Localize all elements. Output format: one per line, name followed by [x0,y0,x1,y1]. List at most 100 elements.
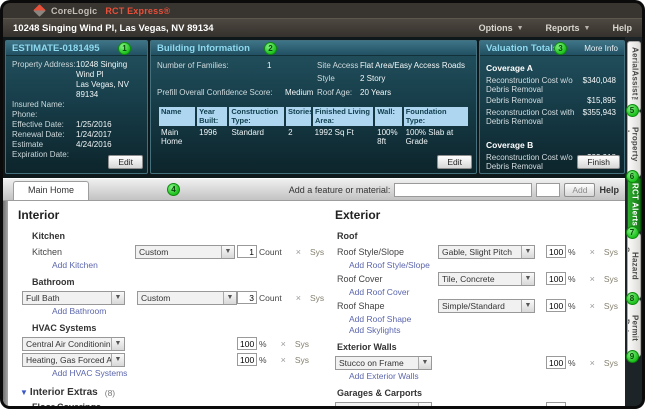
sys-label: Sys [619,404,625,407]
rct-express-wordmark: RCT Express® [105,6,170,16]
chevron-down-icon: ▼ [521,273,534,285]
building-edit-button[interactable]: Edit [437,155,472,169]
tab-hazard-summary[interactable]: Hazard Summary [627,233,641,299]
kitchen-count-input[interactable] [237,245,257,258]
tab-permit-data[interactable]: Permit Data [627,299,641,357]
building-title: Building Information [157,43,250,54]
select-value: Stucco on Frame [336,358,418,368]
step-badge-9: 9 [626,350,639,363]
roof-cover-select[interactable]: Tile, Concrete▼ [438,272,535,286]
select-value: Custom [136,247,221,257]
remove-icon[interactable]: × [605,404,610,407]
table-header-row: Name Year Built: Construction Type: Stor… [159,107,468,126]
options-menu-label: Options [479,23,513,33]
roof-style-select[interactable]: Gable, Slight Pitch▼ [438,245,535,259]
estimate-edit-button[interactable]: Edit [108,155,143,169]
interior-extras-count: (8) [105,388,115,398]
select-value: Gable, Slight Pitch [439,247,521,257]
bathroom-style-select[interactable]: Full Bath▼ [22,291,125,305]
bathroom-count-input[interactable] [237,291,257,304]
step-badge-1: 1 [118,42,131,55]
sys-label: Sys [310,293,324,303]
bathroom-type-select[interactable]: Custom▼ [137,291,237,305]
reports-menu-label: Reports [546,23,580,33]
roof-style-pct-input[interactable] [546,245,566,258]
remove-icon[interactable]: × [590,358,595,368]
hvac-row: Central Air Conditioning, Same Ducts▼ % … [22,336,330,351]
add-skylights-link[interactable]: Add Skylights [349,325,625,335]
corelogic-wordmark: CoreLogic [51,6,97,16]
field-value: 2 Story [360,74,385,84]
field-label: Roof Age: [317,88,352,98]
tab-property-images[interactable]: Property Images [627,111,641,177]
feature-search-input[interactable] [394,183,532,197]
step-badge-8: 8 [626,292,639,305]
remove-icon[interactable]: × [281,339,286,349]
valuation-title: Valuation Totals [486,43,558,54]
tab-main-home[interactable]: Main Home [13,181,89,200]
add-feature-button[interactable]: Add [564,183,595,197]
kitchen-type-select[interactable]: Custom▼ [135,245,235,259]
kitchen-heading: Kitchen [32,231,330,241]
tab-aerialassist[interactable]: AerialAssist™ [627,41,641,111]
hvac-select[interactable]: Central Air Conditioning, Same Ducts▼ [22,337,125,351]
table-cell: 100% Slab at Grade [404,126,468,148]
options-menu[interactable]: Options▼ [479,23,524,33]
select-value: Simple/Standard [439,301,521,311]
coverage-b-title: Coverage B [486,140,618,151]
add-bathroom-link[interactable]: Add Bathroom [52,306,330,316]
roof-cover-pct-input[interactable] [546,272,566,285]
reports-menu[interactable]: Reports▼ [546,23,591,33]
add-roof-style-link[interactable]: Add Roof Style/Slope [349,260,625,270]
add-roof-shape-link[interactable]: Add Roof Shape [349,314,625,324]
walls-pct-input[interactable] [546,356,566,369]
roof-shape-select[interactable]: Simple/Standard▼ [438,299,535,313]
step-badge-7: 7 [626,226,639,239]
tab-rct-alerts[interactable]: RCT Alerts [627,177,641,233]
field-value: 10248 Singing Wind Pl Las Vegas, NV 8913… [76,60,129,100]
roof-shape-pct-input[interactable] [546,299,566,312]
valuation-value: $340,048 [578,76,618,94]
exterior-column: Exterior Roof Roof Style/Slope Gable, Sl… [330,201,625,406]
column-header: Name [159,107,195,126]
percent-suffix: % [568,358,576,368]
roof-cover-label: Roof Cover [335,274,438,284]
remove-icon[interactable]: × [590,274,595,284]
help-link[interactable]: Help [599,185,619,195]
remove-icon[interactable]: × [296,247,301,257]
remove-icon[interactable]: × [590,301,595,311]
field-label: Prefill Overall Confidence Score: [157,88,273,98]
column-header: Construction Type: [229,107,284,126]
add-exterior-walls-link[interactable]: Add Exterior Walls [349,371,625,381]
interior-extras-toggle[interactable]: ▼ Interior Extras (8) [20,387,330,398]
add-kitchen-link[interactable]: Add Kitchen [52,260,330,270]
add-roof-cover-link[interactable]: Add Roof Cover [349,287,625,297]
garages-row: Attached Garage, 2 Car▼ Count × Sys [335,401,625,406]
garages-select[interactable]: Attached Garage, 2 Car▼ [335,402,432,407]
hvac-select[interactable]: Heating, Gas Forced Air▼ [22,353,125,367]
valuation-label: Reconstruction Cost w/o Debris Removal [486,153,578,171]
help-menu[interactable]: Help [612,23,632,33]
table-row: Main Home 1996 Standard 2 1992 Sq Ft 100… [159,126,468,148]
chevron-down-icon: ▼ [111,338,124,350]
field-value: 1/24/2017 [76,130,112,140]
select-value: Full Bath [23,293,111,303]
sys-label: Sys [604,358,618,368]
hvac-pct-input[interactable] [237,337,257,350]
exterior-walls-heading: Exterior Walls [337,342,625,352]
feature-count-input[interactable] [536,183,560,197]
hvac-pct-input[interactable] [237,353,257,366]
add-hvac-link[interactable]: Add HVAC Systems [52,368,330,378]
finish-button[interactable]: Finish [577,155,620,169]
remove-icon[interactable]: × [296,293,301,303]
app-frame: CoreLogic RCT Express® 10248 Singing Win… [3,3,642,406]
valuation-row: Reconstruction Cost w/o Debris Removal$3… [486,76,618,94]
more-info-link[interactable]: More Info [584,44,618,53]
table-cell: 2 [286,126,310,148]
exterior-walls-select[interactable]: Stucco on Frame▼ [335,356,432,370]
roof-cover-row: Roof Cover Tile, Concrete▼ % × Sys [335,271,625,286]
roof-heading: Roof [337,231,625,241]
remove-icon[interactable]: × [281,355,286,365]
remove-icon[interactable]: × [590,247,595,257]
garage-count-input[interactable] [546,402,566,406]
